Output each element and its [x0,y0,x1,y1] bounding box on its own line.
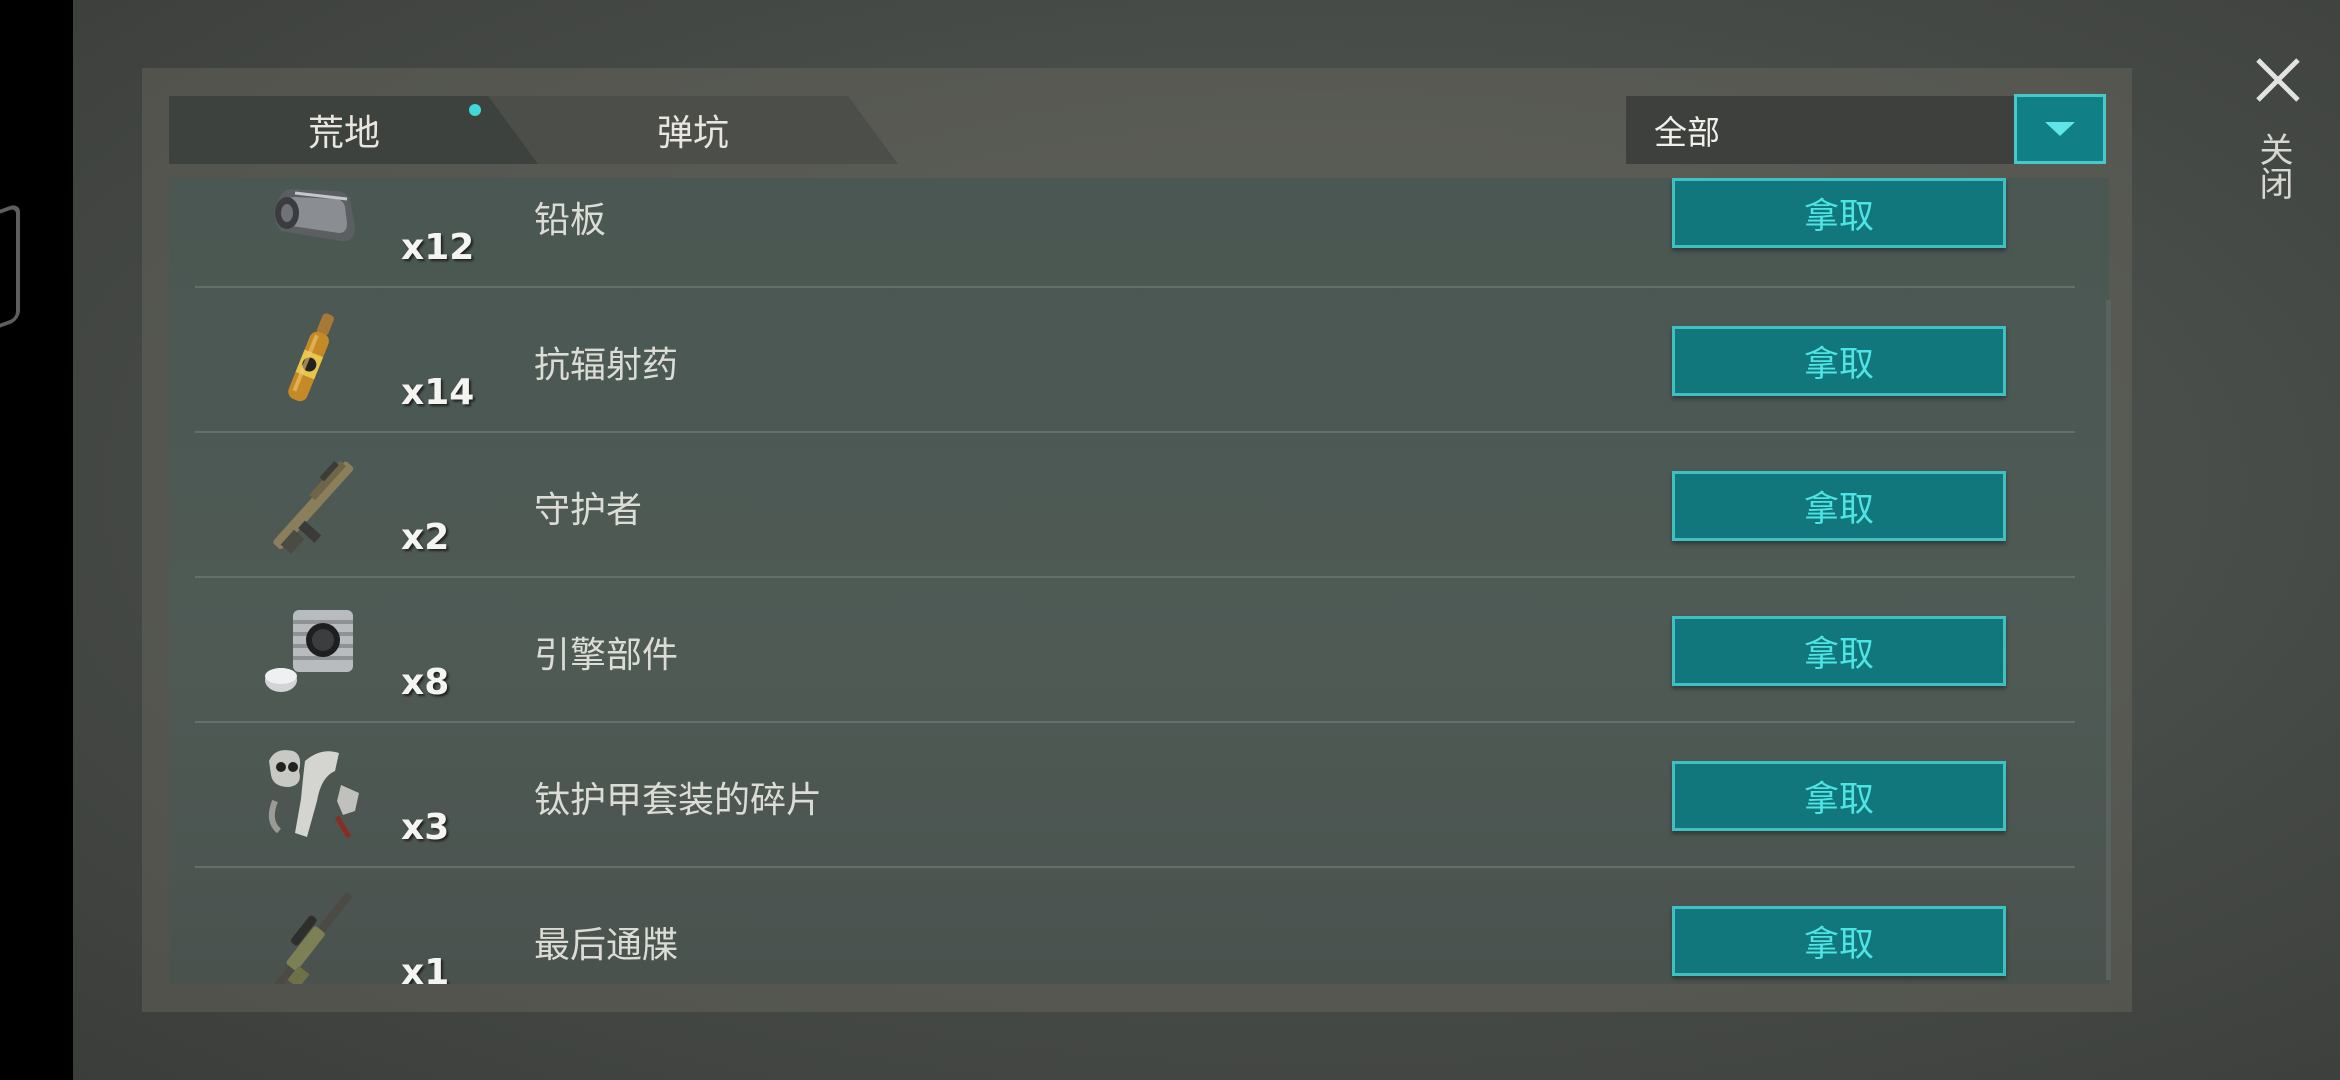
list-item: x3 钛护甲套装的碎片 拿取 [169,723,2109,868]
take-button[interactable]: 拿取 [1672,761,2006,831]
engine-part-icon [265,610,353,692]
armor-fragments-icon [268,750,359,839]
take-button[interactable]: 拿取 [1672,178,2006,248]
item-quantity: x12 [401,227,475,268]
screen: 荒地 弹坑 全部 x12 铅板 拿取 x14 抗辐射药 拿取 x2 守护者 拿取… [0,0,2340,1080]
tab-wasteland[interactable]: 荒地 [169,96,539,164]
item-quantity: x2 [401,517,450,558]
chevron-down-icon [2045,122,2075,136]
item-name: 钛护甲套装的碎片 [534,780,823,821]
item-list[interactable]: x12 铅板 拿取 x14 抗辐射药 拿取 x2 守护者 拿取 x8 引擎部件 … [169,178,2109,984]
filter-dropdown-button[interactable] [2014,94,2106,164]
list-item: x8 引擎部件 拿取 [169,578,2109,723]
take-button[interactable]: 拿取 [1672,616,2006,686]
item-name: 引擎部件 [534,635,679,676]
take-button[interactable]: 拿取 [1672,906,2006,976]
take-button[interactable]: 拿取 [1672,326,2006,396]
list-item: x14 抗辐射药 拿取 [169,288,2109,433]
item-name: 守护者 [534,490,643,531]
edge-bracket [0,202,20,336]
close-button[interactable]: 关闭 [2236,46,2316,226]
tab-label: 荒地 [307,113,380,154]
item-quantity: x1 [401,952,450,984]
list-item: x12 铅板 拿取 [169,178,2109,288]
tab-crater[interactable]: 弹坑 [488,96,898,164]
notification-dot [469,104,481,116]
lead-plate-icon [274,189,355,242]
sniper-rifle-icon [273,891,353,984]
list-item: x2 守护者 拿取 [169,433,2109,578]
item-quantity: x14 [401,372,475,413]
filter-dropdown[interactable]: 全部 [1626,96,2018,164]
take-button[interactable]: 拿取 [1672,471,2006,541]
rifle-icon [273,460,354,554]
item-name: 最后通牒 [534,925,679,966]
item-name: 铅板 [534,200,607,241]
item-quantity: x3 [401,807,450,848]
item-name: 抗辐射药 [534,345,679,386]
ampoule-icon [288,313,334,402]
close-label: 关闭 [2253,132,2293,200]
close-icon [2256,58,2300,102]
list-item: x1 最后通牒 拿取 [169,868,2109,984]
tab-label: 弹坑 [656,113,729,154]
scrollbar[interactable] [2106,300,2111,980]
filter-value: 全部 [1654,113,1720,152]
item-quantity: x8 [401,662,450,703]
